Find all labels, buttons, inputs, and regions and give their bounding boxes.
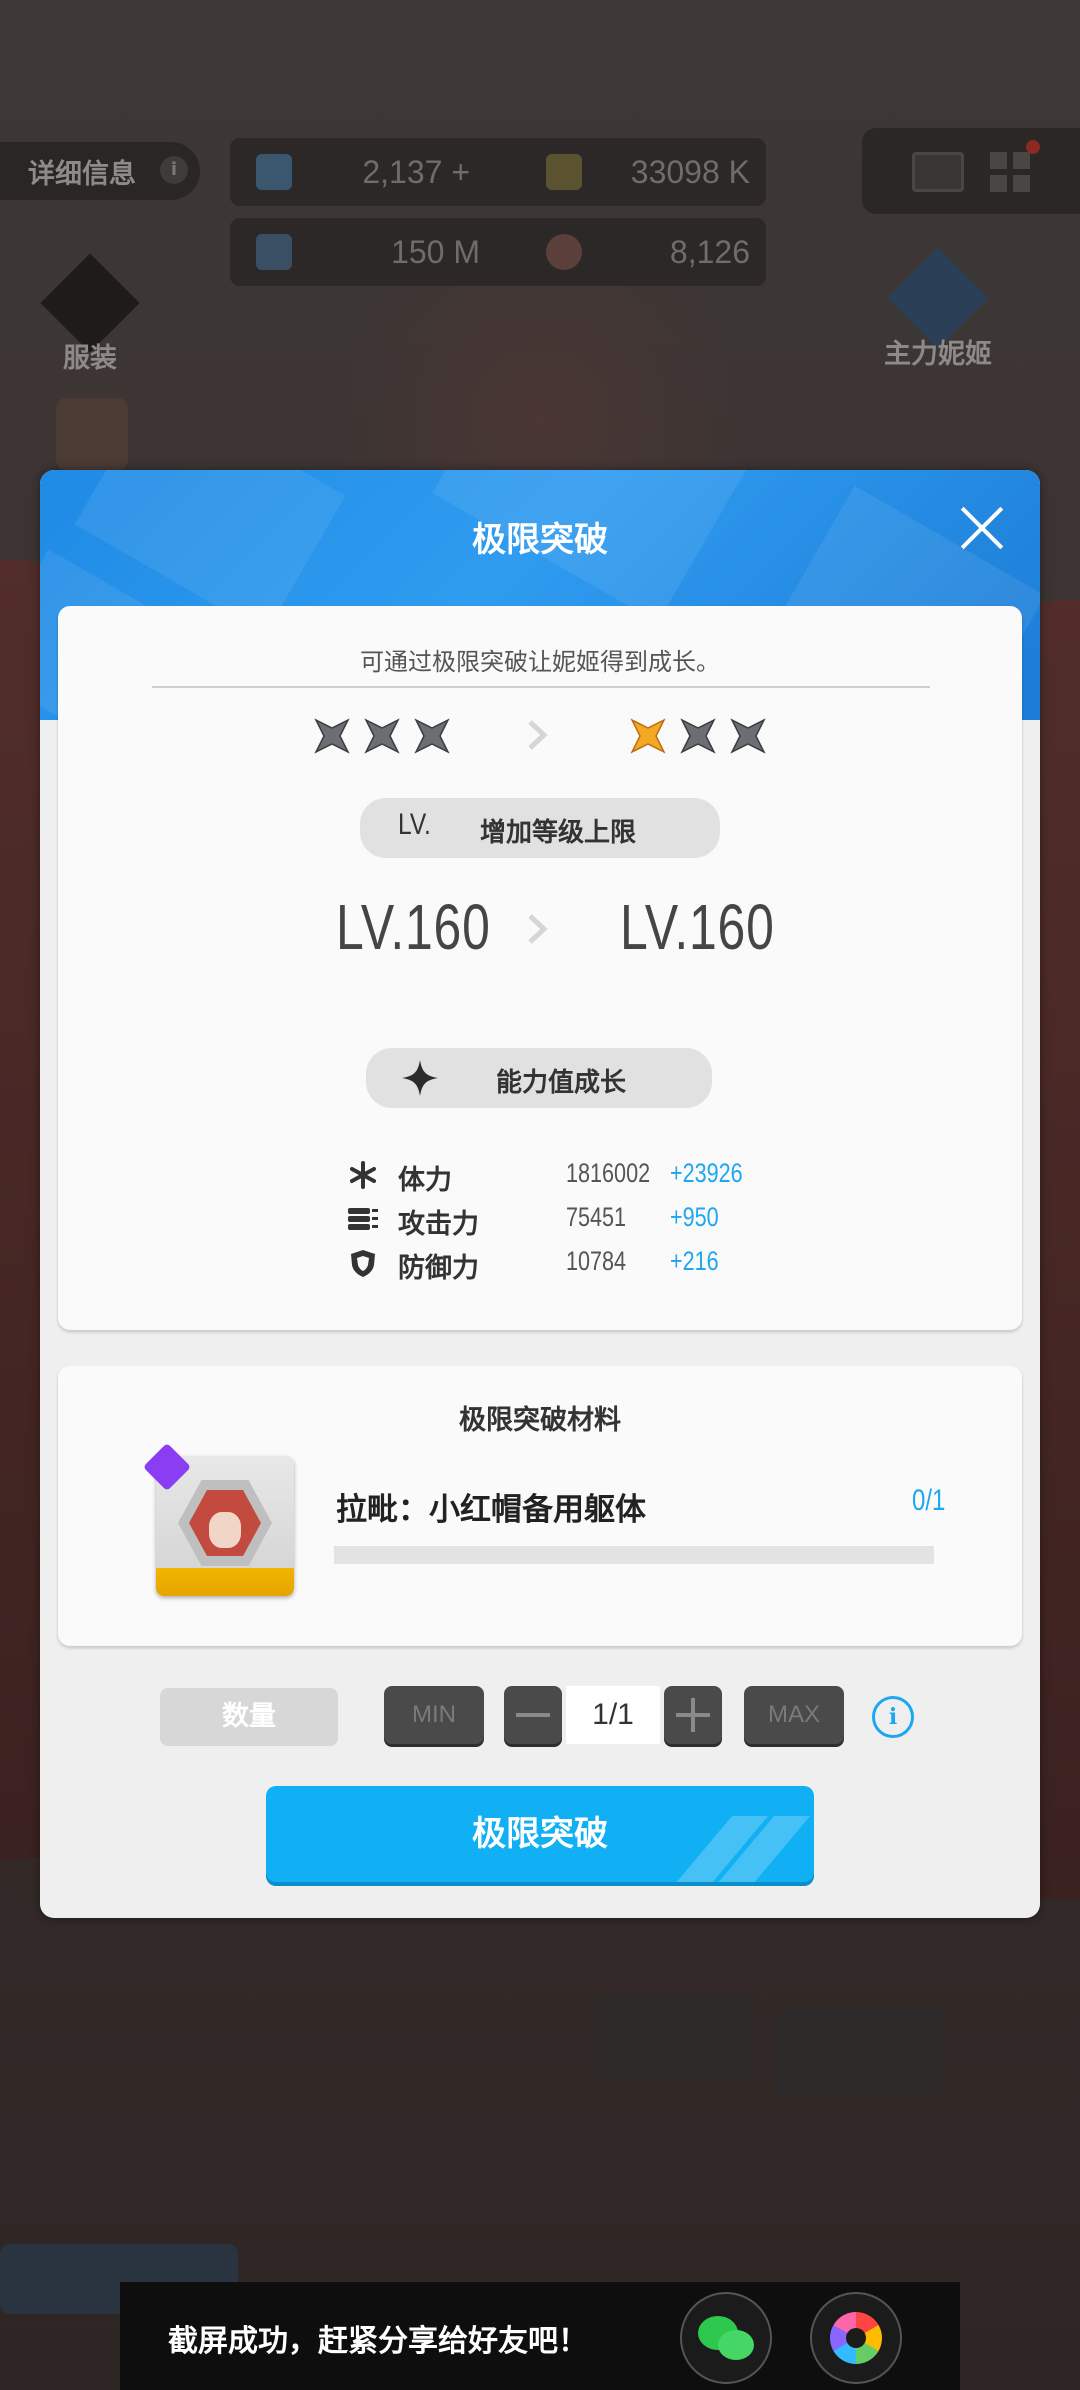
resource-gems-value: 2,137 + <box>362 153 470 190</box>
gem-icon <box>256 154 292 190</box>
divider <box>152 686 930 688</box>
resource-credits: 33098 K <box>520 138 750 206</box>
dialog-description: 可通过极限突破让妮姬得到成长。 <box>360 648 720 676</box>
star-filled-icon <box>630 718 666 754</box>
material-name: 拉毗：小红帽备用躯体 <box>336 1492 646 1528</box>
core-dust-icon <box>546 234 582 270</box>
max-button[interactable]: MAX <box>744 1686 844 1744</box>
stat-name: 防御力 <box>398 1253 479 1284</box>
minus-icon <box>516 1713 550 1717</box>
wechat-share-button[interactable] <box>680 2292 772 2384</box>
level-after: LV.160 <box>620 891 775 963</box>
resource-gems[interactable]: 2,137 + <box>230 138 470 206</box>
increase-button[interactable] <box>664 1686 722 1744</box>
credit-card-icon <box>546 154 582 190</box>
star-empty-icon <box>314 718 350 754</box>
stat-row-defense: 防御力 10784 +216 <box>58 1244 1022 1284</box>
character-avatar[interactable] <box>56 398 128 470</box>
material-card: 极限突破材料 拉毗：小红帽备用躯体 0/1 <box>58 1366 1022 1646</box>
min-button[interactable]: MIN <box>384 1686 484 1744</box>
sparkle-icon <box>400 1058 440 1098</box>
stat-bonus: +950 <box>670 1202 719 1232</box>
stat-growth-banner: 能力值成长 <box>366 1048 712 1108</box>
rarity-badge-icon <box>142 1442 192 1492</box>
level-tag: LV. <box>398 808 431 841</box>
info-icon: i <box>160 156 188 184</box>
info-icon[interactable]: i <box>872 1696 914 1738</box>
limit-break-dialog: 极限突破 可通过极限突破让妮姬得到成长。 LV. 增加等级上限 LV.160 L… <box>40 470 1040 1918</box>
resource-battle-data: 150 M <box>230 218 480 286</box>
main-nikke-button[interactable]: 主力妮姬 <box>868 247 1008 370</box>
menu-grid-icon[interactable] <box>990 152 1030 192</box>
stat-bonus: +216 <box>670 1246 719 1276</box>
material-title: 极限突破材料 <box>459 1405 621 1436</box>
arrow-right-icon <box>526 718 550 752</box>
dialog-title: 极限突破 <box>472 520 608 560</box>
stat-name: 攻击力 <box>398 1209 479 1240</box>
attack-bullets-icon <box>348 1204 378 1234</box>
detail-info-label: 详细信息 <box>28 158 136 190</box>
resource-battle-data-value: 150 M <box>391 233 480 270</box>
level-cap-banner: LV. 增加等级上限 <box>360 798 720 858</box>
quantity-label: 数量 <box>160 1688 338 1746</box>
stat-bonus: +23926 <box>670 1158 743 1188</box>
stat-growth-label: 能力值成长 <box>496 1068 627 1098</box>
battle-data-icon <box>256 234 292 270</box>
confirm-button-label: 极限突破 <box>472 1814 608 1854</box>
screenshot-toast: 截屏成功，赶紧分享给好友吧！ <box>120 2282 960 2390</box>
stat-value: 10784 <box>566 1246 627 1276</box>
notification-dot <box>1026 140 1040 154</box>
moments-share-button[interactable] <box>810 2292 902 2384</box>
arrow-right-icon <box>526 912 550 946</box>
costume-label: 服装 <box>63 343 117 374</box>
toast-message: 截屏成功，赶紧分享给好友吧！ <box>168 2324 588 2359</box>
star-empty-icon <box>680 718 716 754</box>
defense-shield-icon <box>348 1248 378 1278</box>
background-quick-equip-button <box>594 1994 754 2082</box>
detail-info-button[interactable]: 详细信息 i <box>0 142 200 200</box>
main-nikke-label: 主力妮姬 <box>884 339 992 370</box>
limit-break-confirm-button[interactable]: 极限突破 <box>266 1786 814 1882</box>
background-unequip-all-button <box>774 2008 944 2096</box>
stat-value: 1816002 <box>566 1158 651 1188</box>
material-item-icon[interactable] <box>142 1442 294 1596</box>
star-empty-icon <box>730 718 766 754</box>
star-empty-icon <box>364 718 400 754</box>
level-before: LV.160 <box>336 891 491 963</box>
resource-credits-value: 33098 K <box>630 153 750 190</box>
resource-core-dust: 8,126 <box>520 218 750 286</box>
hp-asterisk-icon <box>348 1160 378 1190</box>
decrease-button[interactable] <box>504 1686 562 1744</box>
level-cap-label: 增加等级上限 <box>480 818 637 848</box>
top-right-menu <box>862 128 1080 214</box>
quantity-value: 1/1 <box>566 1686 660 1744</box>
star-empty-icon <box>414 718 450 754</box>
stat-value: 75451 <box>566 1202 627 1232</box>
growth-card: 可通过极限突破让妮姬得到成长。 LV. 增加等级上限 LV.160 LV.160… <box>58 606 1022 1330</box>
material-progress-bar <box>334 1546 934 1564</box>
stat-name: 体力 <box>398 1165 452 1196</box>
stat-row-hp: 体力 1816002 +23926 <box>58 1156 1022 1196</box>
mail-icon[interactable] <box>912 152 964 192</box>
resource-core-dust-value: 8,126 <box>669 233 750 270</box>
close-button[interactable] <box>958 504 1006 552</box>
material-count: 0/1 <box>912 1484 946 1517</box>
costume-button[interactable]: 服装 <box>40 253 140 374</box>
stat-row-attack: 攻击力 75451 +950 <box>58 1200 1022 1240</box>
